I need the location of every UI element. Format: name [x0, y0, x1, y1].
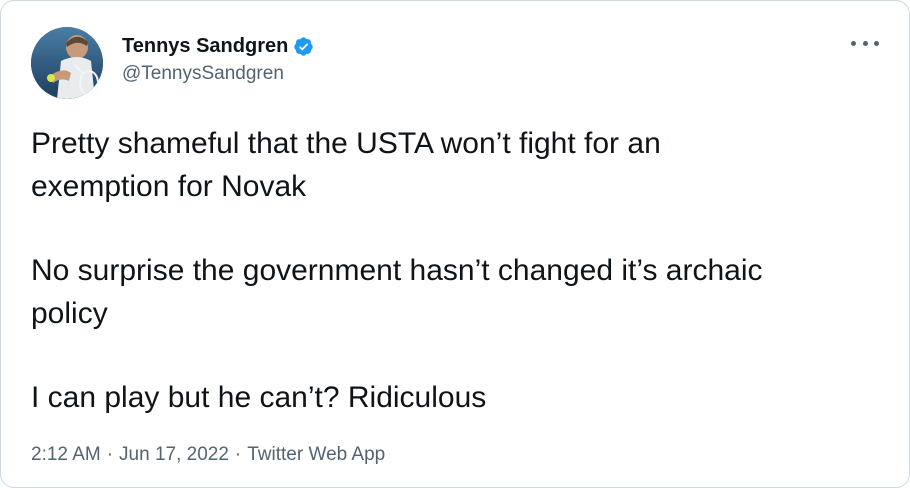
verified-badge-icon	[293, 36, 314, 57]
tweet-text: Pretty shameful that the USTA won’t figh…	[31, 122, 891, 419]
separator: ·	[106, 444, 114, 465]
more-dot	[851, 40, 856, 46]
author-handle[interactable]: @TennysSandgren	[122, 62, 314, 86]
tweet-line: policy	[31, 297, 108, 330]
more-dot	[874, 40, 879, 46]
tweet-paragraph-3: I can play but he can’t? Ridiculous	[31, 376, 891, 419]
tweet-paragraph-2: No surprise the government hasn’t change…	[31, 249, 891, 335]
tweet-time[interactable]: 2:12 AM	[31, 441, 101, 469]
tweet-metadata: 2:12 AM · Jun 17, 2022 · Twitter Web App	[31, 441, 385, 469]
separator: ·	[234, 444, 242, 465]
author-name[interactable]: Tennys Sandgren	[122, 33, 288, 59]
more-dot	[862, 40, 868, 46]
author-name-row: Tennys Sandgren	[122, 33, 314, 59]
tweet-date[interactable]: Jun 17, 2022	[119, 441, 229, 469]
tweet-line: I can play but he can’t? Ridiculous	[31, 381, 487, 414]
tweet-line: Pretty shameful that the USTA won’t figh…	[31, 127, 661, 160]
tweet-line: exemption for Novak	[31, 170, 307, 203]
tweet-source[interactable]: Twitter Web App	[247, 441, 385, 469]
tweet-line: No surprise the government hasn’t change…	[31, 254, 763, 287]
more-options-icon[interactable]	[851, 34, 879, 52]
avatar[interactable]	[31, 27, 103, 99]
tweet-card: Tennys Sandgren @TennysSandgren Pretty s…	[0, 0, 910, 488]
tweet-paragraph-1: Pretty shameful that the USTA won’t figh…	[31, 122, 891, 208]
author-block: Tennys Sandgren @TennysSandgren	[122, 33, 314, 86]
tennis-player-avatar-icon	[31, 27, 103, 99]
